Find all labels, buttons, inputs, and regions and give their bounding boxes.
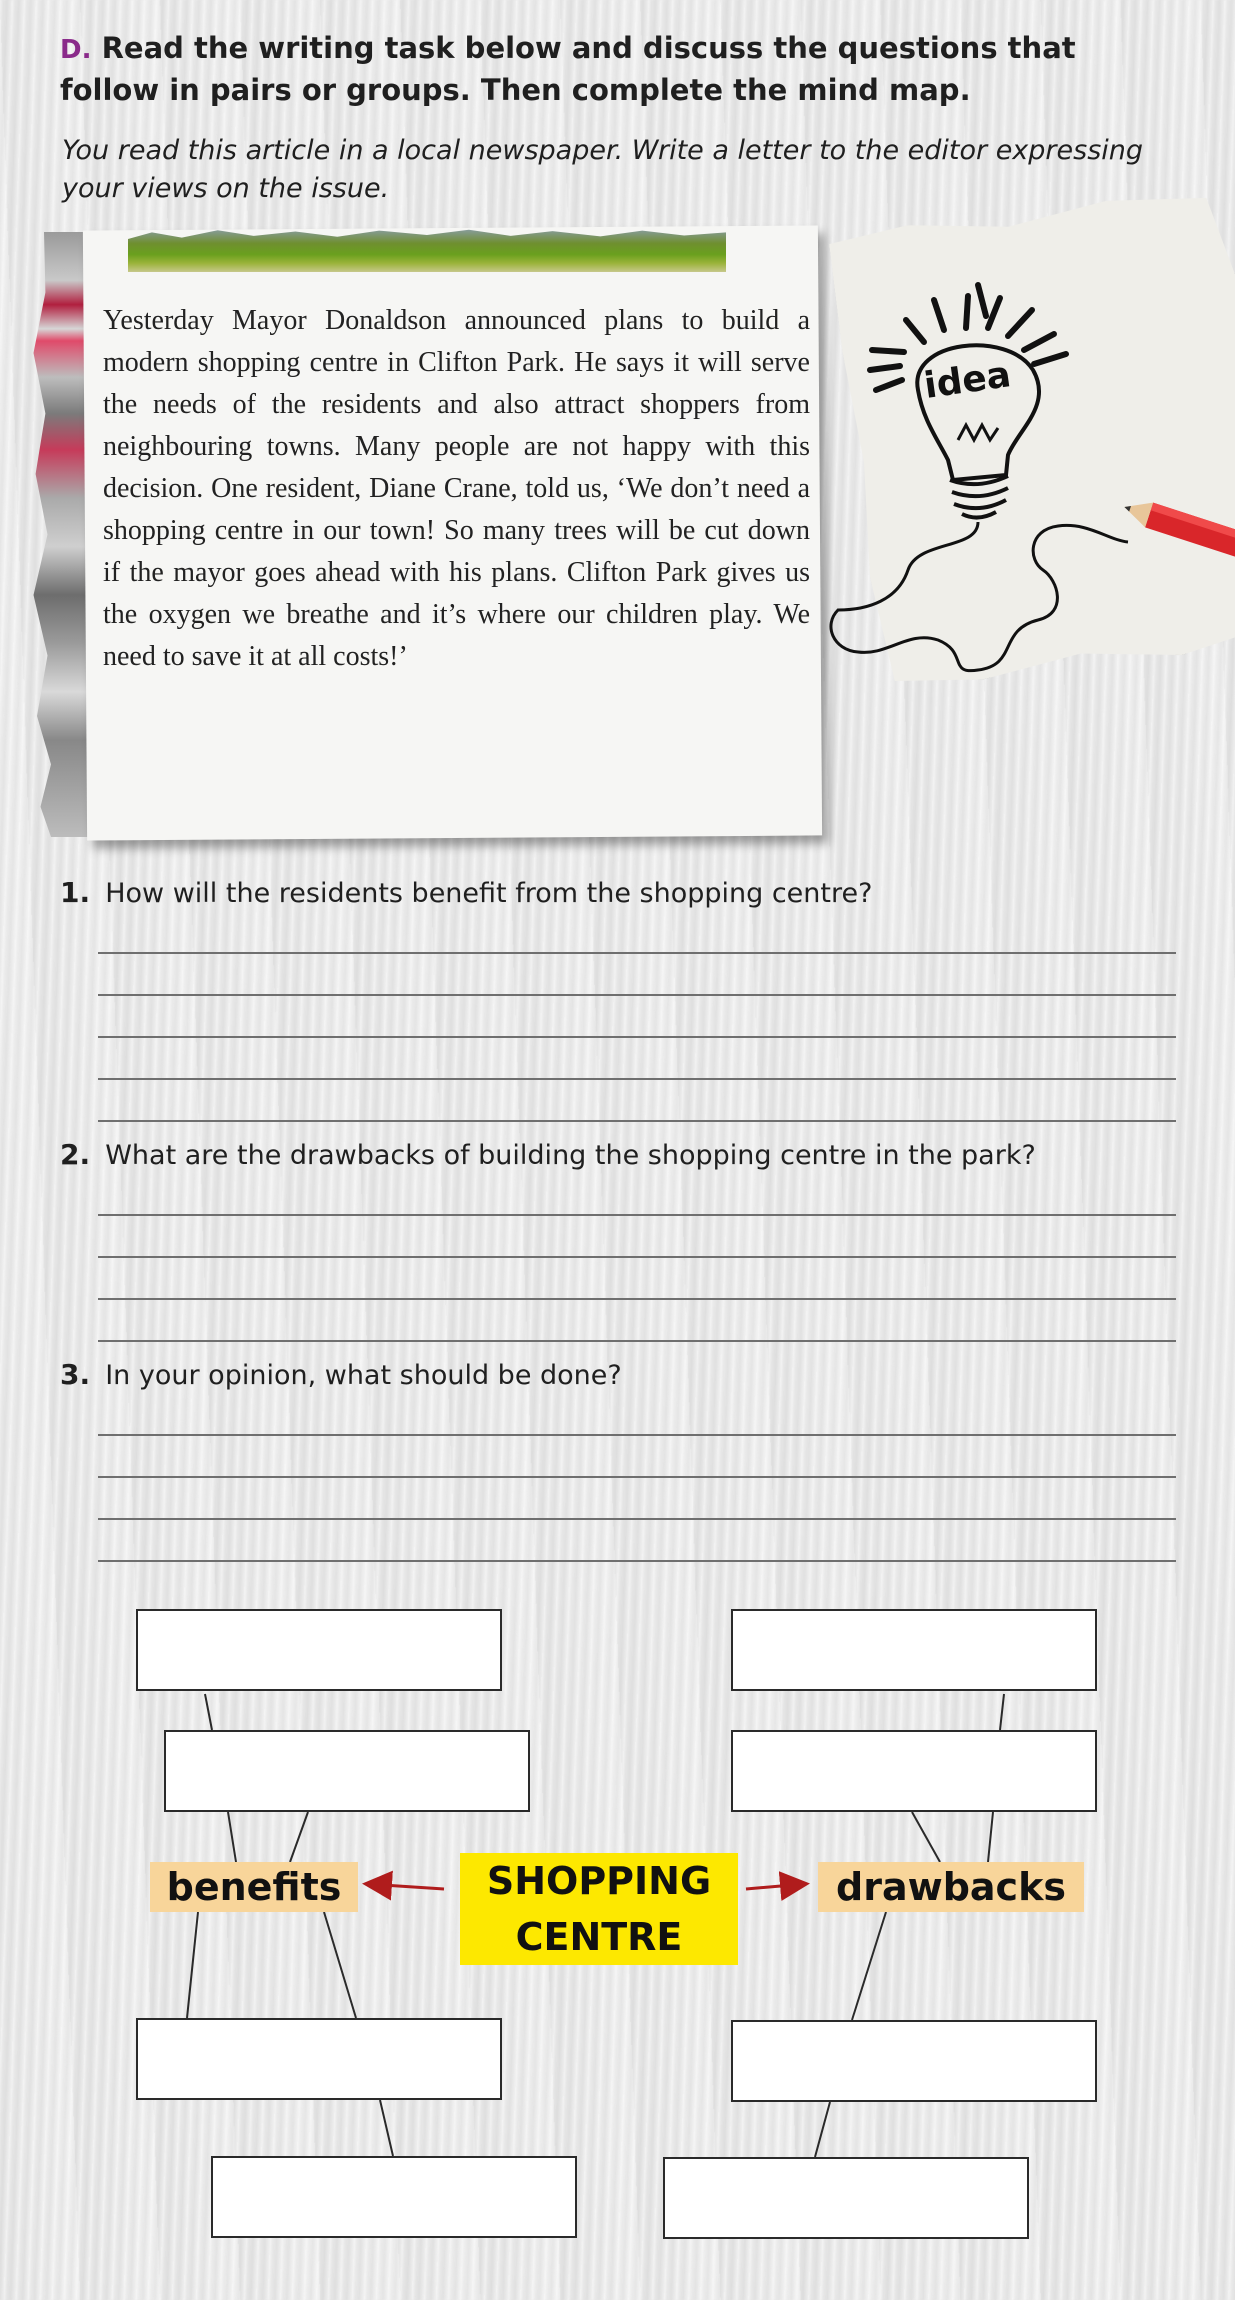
lightbulb-idea-icon: idea (829, 282, 1235, 673)
answer-line[interactable] (98, 952, 1176, 954)
answer-line[interactable] (98, 1298, 1176, 1300)
idea-word: idea (922, 354, 1014, 407)
question-number: 2. (60, 1138, 91, 1171)
question-1: 1. How will the residents benefit from t… (60, 876, 872, 909)
writing-task: You read this article in a local newspap… (62, 135, 1144, 204)
question-number: 3. (60, 1358, 91, 1391)
instruction-text: Read the writing task below and discuss … (60, 31, 1076, 107)
answer-line[interactable] (98, 1340, 1176, 1342)
question-text: How will the residents benefit from the … (105, 878, 873, 909)
answer-line[interactable] (98, 1560, 1176, 1562)
drawback-box-2[interactable] (731, 1730, 1097, 1812)
benefit-box-4[interactable] (211, 2156, 577, 2238)
drawback-box-1[interactable] (731, 1609, 1097, 1691)
answer-line[interactable] (98, 1078, 1176, 1080)
mind-map-center: SHOPPING CENTRE (460, 1853, 738, 1965)
answer-line[interactable] (98, 1434, 1176, 1436)
answer-line[interactable] (98, 1518, 1176, 1520)
benefit-box-1[interactable] (136, 1609, 502, 1691)
instruction-heading: D. Read the writing task below and discu… (60, 28, 1170, 110)
question-3: 3. In your opinion, what should be done? (60, 1358, 622, 1391)
question-2: 2. What are the drawbacks of building th… (60, 1138, 1036, 1171)
drawback-box-3[interactable] (731, 2020, 1097, 2102)
answer-line[interactable] (98, 1120, 1176, 1122)
center-line-2: CENTRE (515, 1915, 683, 1959)
center-line-1: SHOPPING (486, 1859, 712, 1903)
answer-line[interactable] (98, 1214, 1176, 1216)
answer-line[interactable] (98, 1036, 1176, 1038)
question-text: What are the drawbacks of building the s… (105, 1140, 1036, 1171)
answer-line[interactable] (98, 994, 1176, 996)
drawback-box-4[interactable] (663, 2157, 1029, 2239)
benefit-box-2[interactable] (164, 1730, 530, 1812)
exercise-letter: D. (60, 35, 92, 65)
drawbacks-label: drawbacks (818, 1862, 1084, 1912)
benefits-label: benefits (150, 1862, 358, 1912)
question-number: 1. (60, 876, 91, 909)
benefit-box-3[interactable] (136, 2018, 502, 2100)
question-text: In your opinion, what should be done? (105, 1360, 622, 1391)
answer-line[interactable] (98, 1256, 1176, 1258)
newspaper-article: Yesterday Mayor Donaldson announced plan… (103, 305, 810, 672)
answer-line[interactable] (98, 1476, 1176, 1478)
